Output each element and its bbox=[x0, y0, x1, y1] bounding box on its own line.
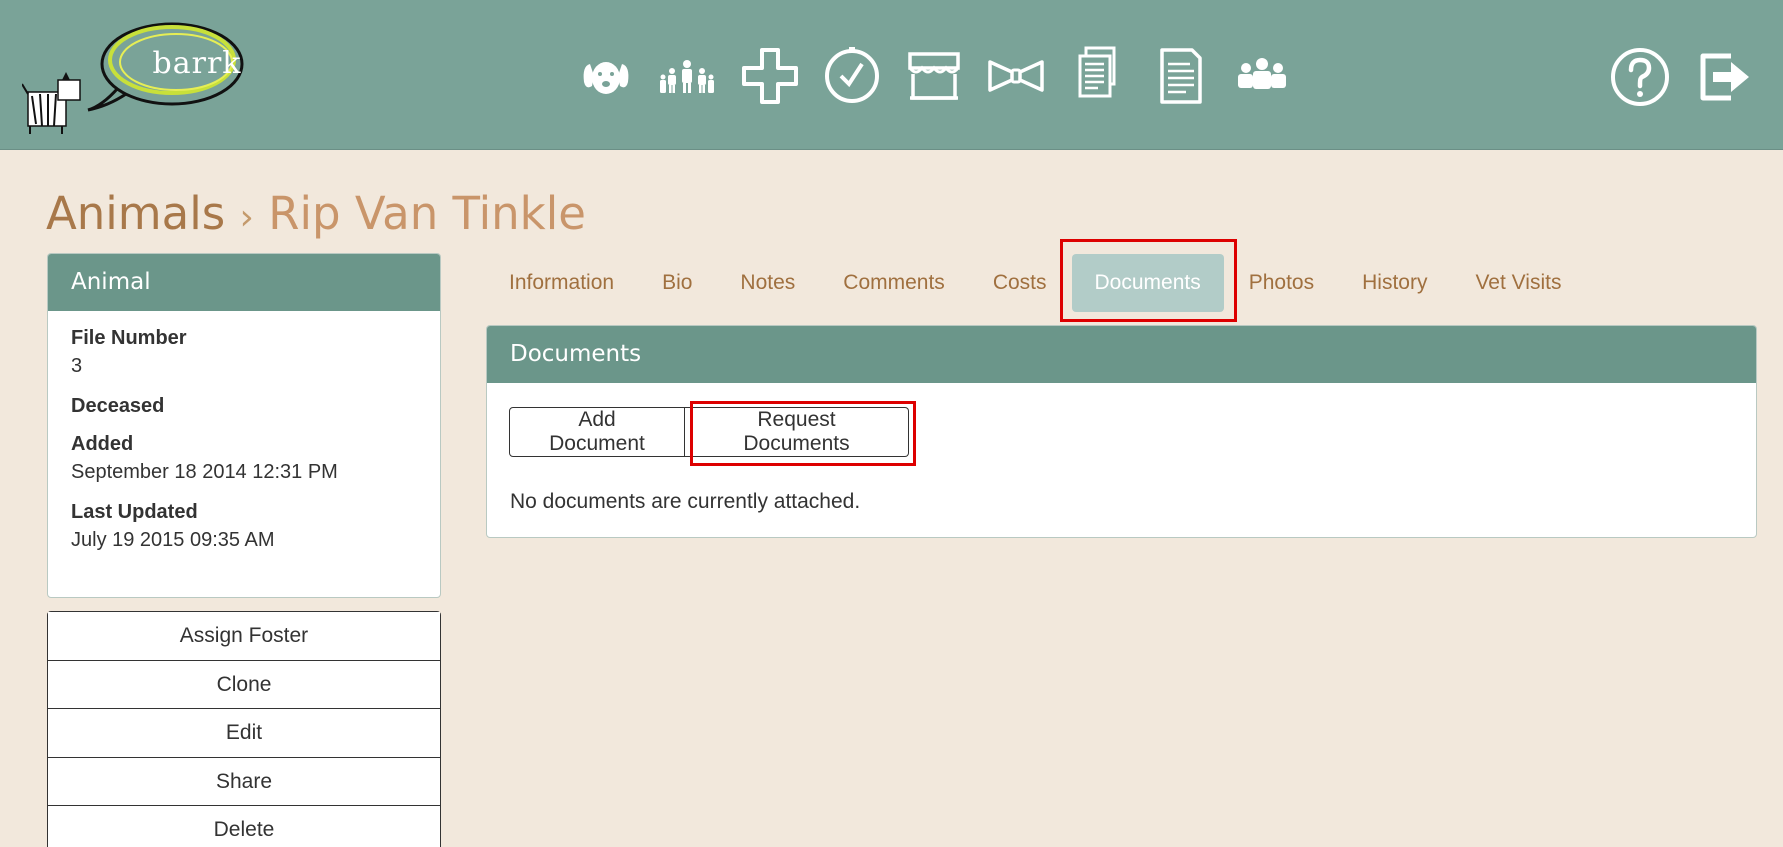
logout-icon[interactable] bbox=[1693, 46, 1755, 108]
delete-button[interactable]: Delete bbox=[48, 806, 440, 847]
assign-foster-button[interactable]: Assign Foster bbox=[48, 612, 440, 661]
logo-text: barrk bbox=[152, 46, 242, 81]
bowtie-icon[interactable] bbox=[986, 46, 1046, 106]
tab-vet-visits[interactable]: Vet Visits bbox=[1452, 254, 1584, 312]
breadcrumb: Animals › Rip Van Tinkle bbox=[46, 186, 586, 246]
file-number-value: 3 bbox=[71, 355, 83, 377]
animal-tabs: Information Bio Notes Comments Costs Doc… bbox=[486, 254, 1586, 312]
documents-stack-icon[interactable] bbox=[1068, 46, 1128, 106]
breadcrumb-current-animal: Rip Van Tinkle bbox=[268, 187, 586, 240]
team-icon[interactable] bbox=[1232, 46, 1292, 106]
edit-button[interactable]: Edit bbox=[48, 709, 440, 758]
animal-actions-list: Assign Foster Clone Edit Share Delete bbox=[47, 611, 441, 847]
tab-bio[interactable]: Bio bbox=[639, 254, 715, 312]
tab-comments[interactable]: Comments bbox=[820, 254, 968, 312]
help-icon[interactable] bbox=[1609, 46, 1671, 108]
top-navigation-bar: barrk bbox=[0, 0, 1783, 150]
tab-history[interactable]: History bbox=[1339, 254, 1450, 312]
clock-check-icon[interactable] bbox=[822, 46, 882, 106]
request-documents-button[interactable]: Request Documents bbox=[685, 407, 909, 457]
tab-photos[interactable]: Photos bbox=[1226, 254, 1337, 312]
deceased-label: Deceased bbox=[71, 395, 165, 417]
animal-info-body: File Number 3 Deceased Added September 1… bbox=[48, 311, 440, 569]
no-documents-message: No documents are currently attached. bbox=[510, 490, 861, 513]
added-label: Added bbox=[71, 433, 134, 455]
tab-notes[interactable]: Notes bbox=[717, 254, 818, 312]
breadcrumb-animals-link[interactable]: Animals bbox=[46, 187, 225, 240]
animal-panel-title: Animal bbox=[48, 254, 440, 311]
breadcrumb-separator: › bbox=[239, 197, 254, 238]
clone-button[interactable]: Clone bbox=[48, 660, 440, 709]
dog-icon[interactable] bbox=[576, 46, 636, 106]
add-document-button[interactable]: Add Document bbox=[509, 407, 685, 457]
document-icon[interactable] bbox=[1150, 46, 1210, 106]
last-updated-label: Last Updated bbox=[71, 501, 198, 523]
added-value: September 18 2014 12:31 PM bbox=[71, 461, 338, 483]
medical-cross-icon[interactable] bbox=[740, 46, 800, 106]
barrk-logo[interactable]: barrk bbox=[21, 14, 262, 138]
storefront-icon[interactable] bbox=[904, 46, 964, 106]
family-icon[interactable] bbox=[657, 46, 717, 106]
documents-button-group: Add Document Request Documents bbox=[509, 407, 909, 457]
tab-information[interactable]: Information bbox=[486, 254, 637, 312]
file-number-label: File Number bbox=[71, 327, 187, 349]
animal-info-panel: Animal File Number 3 Deceased Added Sept… bbox=[47, 253, 441, 598]
documents-panel: Documents Add Document Request Documents… bbox=[486, 325, 1757, 538]
last-updated-value: July 19 2015 09:35 AM bbox=[71, 529, 275, 551]
documents-panel-title: Documents bbox=[487, 326, 1756, 383]
tab-costs[interactable]: Costs bbox=[970, 254, 1070, 312]
tab-documents[interactable]: Documents bbox=[1071, 254, 1224, 312]
share-button[interactable]: Share bbox=[48, 757, 440, 806]
